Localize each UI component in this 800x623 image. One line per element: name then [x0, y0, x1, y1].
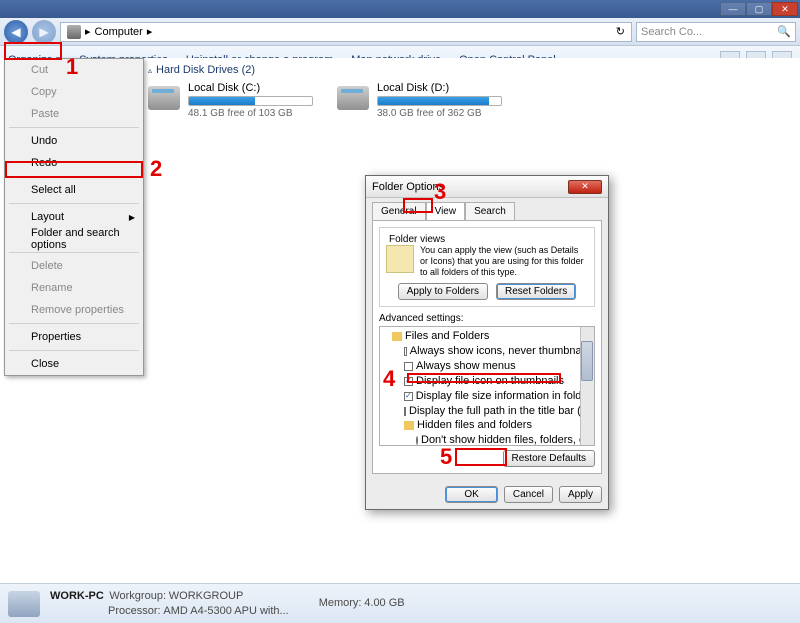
- annotation-5: 5: [440, 444, 452, 470]
- menu-separator: [9, 203, 139, 204]
- menu-undo[interactable]: Undo: [5, 130, 143, 152]
- menu-properties[interactable]: Properties: [5, 326, 143, 348]
- organize-dropdown: Cut Copy Paste Undo Redo Select all Layo…: [4, 58, 144, 376]
- maximize-button[interactable]: ▢: [746, 2, 772, 16]
- folder-icon: [404, 421, 414, 430]
- refresh-icon[interactable]: ↻: [616, 25, 625, 38]
- pc-name: WORK-PC: [50, 590, 104, 602]
- menu-separator: [9, 252, 139, 253]
- apply-to-folders-button[interactable]: Apply to Folders: [398, 283, 488, 300]
- advanced-settings-tree[interactable]: Files and Folders Always show icons, nev…: [379, 326, 595, 446]
- folder-views-icon: [386, 245, 414, 273]
- dialog-close-button[interactable]: ✕: [568, 180, 602, 194]
- annotation-4: 4: [383, 366, 395, 392]
- menu-rename[interactable]: Rename: [5, 277, 143, 299]
- checkbox[interactable]: ✓: [404, 392, 413, 401]
- annotation-1: 1: [66, 54, 78, 80]
- menu-redo[interactable]: Redo: [5, 152, 143, 174]
- capacity-gauge: [377, 96, 502, 106]
- address-bar: ◀ ▶ ▸ Computer ▸ ↻ Search Co... 🔍: [0, 18, 800, 46]
- content-pane: ▵ Hard Disk Drives (2) Local Disk (C:) 4…: [148, 64, 796, 119]
- menu-delete[interactable]: Delete: [5, 255, 143, 277]
- search-placeholder: Search Co...: [641, 26, 702, 38]
- checkbox[interactable]: [404, 407, 406, 416]
- folder-views-group: Folder views You can apply the view (suc…: [379, 227, 595, 307]
- tab-general[interactable]: General: [372, 202, 426, 220]
- cancel-button[interactable]: Cancel: [504, 486, 553, 503]
- apply-button[interactable]: Apply: [559, 486, 602, 503]
- group-title: Folder views: [386, 234, 448, 245]
- menu-separator: [9, 323, 139, 324]
- restore-defaults-button[interactable]: Restore Defaults: [503, 450, 595, 467]
- computer-icon: [67, 25, 81, 39]
- tab-panel-view: Folder views You can apply the view (suc…: [372, 220, 602, 474]
- radio[interactable]: [416, 436, 418, 445]
- dialog-titlebar[interactable]: Folder Options ✕: [366, 176, 608, 198]
- menu-folder-options[interactable]: Folder and search options: [5, 228, 143, 250]
- breadcrumb[interactable]: ▸ Computer ▸ ↻: [60, 22, 632, 42]
- search-input[interactable]: Search Co... 🔍: [636, 22, 796, 42]
- dialog-tabs: General View Search: [366, 198, 608, 220]
- computer-icon: [8, 591, 40, 617]
- checkbox[interactable]: [404, 362, 413, 371]
- menu-layout[interactable]: Layout▶: [5, 206, 143, 228]
- drive-free-text: 38.0 GB free of 362 GB: [377, 108, 502, 119]
- ok-button[interactable]: OK: [445, 486, 497, 503]
- forward-button[interactable]: ▶: [32, 20, 56, 44]
- capacity-gauge: [188, 96, 313, 106]
- menu-remove-properties[interactable]: Remove properties: [5, 299, 143, 321]
- drive-name: Local Disk (D:): [377, 82, 502, 94]
- menu-separator: [9, 127, 139, 128]
- advanced-settings-label: Advanced settings:: [379, 313, 595, 324]
- checkbox[interactable]: [404, 347, 407, 356]
- drive-icon: [148, 86, 180, 110]
- breadcrumb-arrow[interactable]: ▸: [85, 25, 91, 38]
- folder-options-dialog: Folder Options ✕ General View Search Fol…: [365, 175, 609, 510]
- breadcrumb-arrow[interactable]: ▸: [147, 25, 153, 38]
- search-icon: 🔍: [777, 25, 791, 38]
- drive-free-text: 48.1 GB free of 103 GB: [188, 108, 313, 119]
- drive-item-d[interactable]: Local Disk (D:) 38.0 GB free of 362 GB: [337, 82, 502, 119]
- dialog-buttons: OK Cancel Apply: [366, 480, 608, 509]
- menu-separator: [9, 176, 139, 177]
- close-window-button[interactable]: ✕: [772, 2, 798, 16]
- folder-views-desc: You can apply the view (such as Details …: [420, 245, 588, 277]
- reset-folders-button[interactable]: Reset Folders: [496, 283, 576, 300]
- back-button[interactable]: ◀: [4, 20, 28, 44]
- tab-search[interactable]: Search: [465, 202, 515, 220]
- drive-name: Local Disk (C:): [188, 82, 313, 94]
- menu-separator: [9, 350, 139, 351]
- annotation-3: 3: [434, 179, 446, 205]
- checkbox[interactable]: ✓: [404, 377, 413, 386]
- drive-icon: [337, 86, 369, 110]
- minimize-button[interactable]: —: [720, 2, 746, 16]
- breadcrumb-label[interactable]: Computer: [95, 26, 143, 38]
- menu-copy[interactable]: Copy: [5, 81, 143, 103]
- details-pane: WORK-PC Workgroup: WORKGROUP Processor: …: [0, 583, 800, 623]
- section-header[interactable]: ▵ Hard Disk Drives (2): [148, 64, 796, 76]
- drive-item-c[interactable]: Local Disk (C:) 48.1 GB free of 103 GB: [148, 82, 313, 119]
- folder-icon: [392, 332, 402, 341]
- window-titlebar: — ▢ ✕: [0, 0, 800, 18]
- menu-close[interactable]: Close: [5, 353, 143, 375]
- annotation-2: 2: [150, 156, 162, 182]
- scrollbar-thumb[interactable]: [581, 341, 593, 381]
- menu-paste[interactable]: Paste: [5, 103, 143, 125]
- menu-select-all[interactable]: Select all: [5, 179, 143, 201]
